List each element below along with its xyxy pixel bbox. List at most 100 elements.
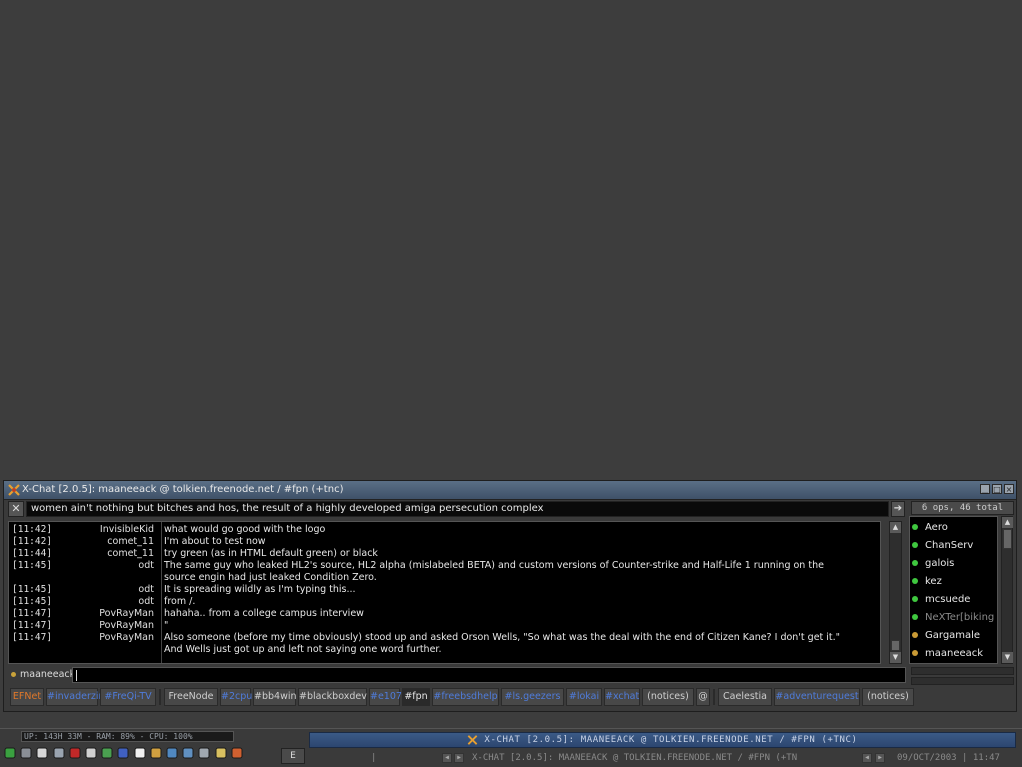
scroll-thumb[interactable] <box>1003 529 1012 549</box>
channel-tab[interactable]: #freebsdhelp <box>432 688 499 706</box>
speaker-icon[interactable] <box>35 746 50 762</box>
scroll-down-arrow[interactable]: ▼ <box>890 652 901 663</box>
scroll-up-arrow[interactable]: ▲ <box>890 522 901 533</box>
channel-tab[interactable]: (notices) <box>862 688 914 706</box>
timestamp: [11:42] <box>12 536 53 547</box>
eye-icon[interactable] <box>116 746 131 762</box>
user-name: maaneeack <box>925 648 984 659</box>
nick[interactable]: PovRayMan <box>99 608 154 620</box>
status-left: | <box>371 753 377 763</box>
nick[interactable]: odt <box>138 584 154 596</box>
xchat-icon <box>468 734 478 745</box>
monitor-icon[interactable] <box>52 746 67 762</box>
ati-icon[interactable] <box>68 746 83 762</box>
user-list-item[interactable]: Gargamale <box>912 627 980 645</box>
chat-line: [11:44] comet_11 try green (as in HTML def… <box>9 548 880 560</box>
prev-icon[interactable]: ◀ <box>442 753 452 763</box>
tab-group-separator <box>159 689 161 705</box>
xchat-icon <box>8 484 20 496</box>
nick[interactable]: odt <box>138 596 154 608</box>
user-list-item[interactable]: ChanServ <box>912 537 973 555</box>
eyedropper-icon[interactable] <box>84 746 99 762</box>
user-status-icon <box>912 596 918 602</box>
nick[interactable]: PovRayMan <box>99 632 154 644</box>
chat-line: [11:45] odt The same guy who leaked HL2's … <box>9 560 880 572</box>
message-text: " <box>164 620 169 631</box>
user-list-item[interactable]: Aero <box>912 519 948 537</box>
message-input[interactable] <box>72 667 906 683</box>
channel-tab[interactable]: #bb4win <box>253 688 297 706</box>
next-icon[interactable]: ▶ <box>454 753 464 763</box>
channel-tab[interactable]: FreeNode <box>164 688 218 706</box>
channel-tab[interactable]: #xchat <box>604 688 640 706</box>
arrow-icon[interactable] <box>3 746 18 762</box>
userlist-scrollbar[interactable]: ▲ ▼ <box>1001 516 1013 664</box>
user-list-item[interactable]: maaneeack <box>912 645 983 663</box>
channel-tab[interactable]: #e107 <box>369 688 402 706</box>
user-list[interactable]: Aero ChanServ galois kez mcsuede NeXTer[bikin… <box>909 516 998 664</box>
channel-tab[interactable]: #adventurequest <box>774 688 860 706</box>
document-icon[interactable] <box>133 746 148 762</box>
channel-tab[interactable]: #blackboxdev <box>298 688 367 706</box>
network-icon[interactable] <box>165 746 180 762</box>
nick[interactable]: InvisibleKid <box>100 524 154 536</box>
nick-button[interactable]: maaneeack <box>8 667 75 683</box>
close-tab-button[interactable]: ✕ <box>8 501 24 517</box>
channel-tab[interactable]: #ls.geezers <box>501 688 564 706</box>
triangle-icon[interactable] <box>100 746 115 762</box>
config-icon[interactable] <box>197 746 212 762</box>
taskbar-button[interactable]: X-CHAT [2.0.5]: MAANEEACK @ TOLKIEN.FREE… <box>309 732 1016 748</box>
files-icon[interactable] <box>19 746 34 762</box>
nick[interactable]: comet_11 <box>107 536 154 548</box>
scroll-down-arrow[interactable]: ▼ <box>1002 652 1013 663</box>
nick-cell: odt <box>59 584 154 596</box>
channel-tab[interactable]: #2cpu <box>220 688 252 706</box>
minimize-button[interactable]: ▁ <box>980 484 990 494</box>
channel-tab[interactable]: @ <box>696 688 710 706</box>
channel-tab[interactable]: #fpn <box>402 688 430 706</box>
chat-line: [11:47] PovRayMan Also someone (before my … <box>9 632 880 644</box>
channel-tab[interactable]: Caelestia <box>718 688 772 706</box>
user-icon[interactable] <box>149 746 164 762</box>
disc-icon[interactable] <box>214 746 229 762</box>
chat-line: source engin had just leaked Condition Z… <box>9 572 880 584</box>
prev-icon[interactable]: ◀ <box>862 753 872 763</box>
next-icon[interactable]: ▶ <box>875 753 885 763</box>
user-list-item[interactable]: NeXTer[biking <box>912 609 994 627</box>
nick[interactable]: odt <box>138 560 154 572</box>
user-status-icon <box>912 560 918 566</box>
close-button[interactable]: × <box>1004 484 1014 494</box>
user-name: Aero <box>925 522 948 533</box>
channel-tab[interactable]: (notices) <box>642 688 694 706</box>
bottom-panel: UP: 143H 33M - RAM: 89% - CPU: 100% E X-… <box>0 728 1022 767</box>
chat-scrollbar[interactable]: ▲ ▼ <box>889 521 902 664</box>
channel-tab[interactable]: #invaderzim <box>46 688 108 706</box>
xchat-icon[interactable] <box>230 746 245 762</box>
chat-text-area[interactable]: [11:42] InvisibleKid what would go good wi… <box>8 521 881 664</box>
user-list-item[interactable]: galois <box>912 555 954 573</box>
xchat-window: X-Chat [2.0.5]: maaneeack @ tolkien.free… <box>3 480 1017 712</box>
user-name: mcsuede <box>925 594 971 605</box>
status-row: | ◀ ▶ X-CHAT [2.0.5]: MAANEEACK @ TOLKIE… <box>309 751 1016 765</box>
nick-cell: PovRayMan <box>59 608 154 620</box>
scroll-up-arrow[interactable]: ▲ <box>1002 517 1013 528</box>
maximize-button[interactable]: □ <box>992 484 1002 494</box>
nick[interactable]: PovRayMan <box>99 620 154 632</box>
user-list-item[interactable]: kez <box>912 573 942 591</box>
terminal-icon[interactable] <box>181 746 196 762</box>
user-list-item[interactable]: mcsuede <box>912 591 970 609</box>
scroll-thumb[interactable] <box>891 640 900 651</box>
channel-tab[interactable]: EFNet <box>10 688 44 706</box>
channel-tab[interactable]: #FreQi-TV <box>100 688 156 706</box>
status-task[interactable]: X-CHAT [2.0.5]: MAANEEACK @ TOLKIEN.FREE… <box>472 751 797 765</box>
timestamp: [11:44] <box>12 548 53 559</box>
title-bar[interactable]: X-Chat [2.0.5]: maaneeack @ tolkien.free… <box>4 481 1016 500</box>
timestamp: [11:45] <box>12 560 53 571</box>
taskbar-title: X-CHAT [2.0.5]: MAANEEACK @ TOLKIEN.FREE… <box>484 735 858 745</box>
topic-field[interactable]: women ain't nothing but bitches and hos,… <box>26 501 889 517</box>
nick[interactable]: comet_11 <box>107 548 154 560</box>
arrow-right-icon[interactable]: ➔ <box>891 501 905 517</box>
user-status-icon <box>912 632 918 638</box>
channel-tab[interactable]: #lokai <box>566 688 602 706</box>
e-button[interactable]: E <box>281 748 305 764</box>
